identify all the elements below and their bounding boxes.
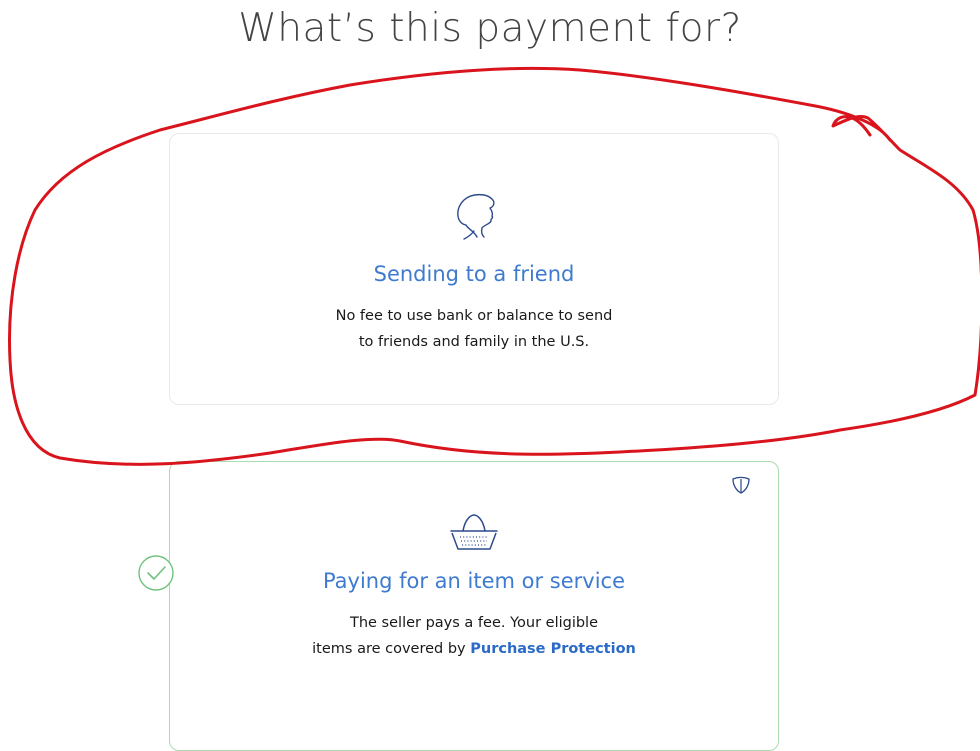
description-line: The seller pays a fee. Your eligible bbox=[349, 615, 599, 631]
page-title: What’s this payment for? bbox=[238, 6, 742, 51]
option-title-friends: Sending to a friend bbox=[373, 262, 575, 286]
description-line: to friends and family in the U.S. bbox=[358, 334, 590, 350]
basket-icon bbox=[441, 509, 507, 561]
shield-icon bbox=[730, 475, 752, 499]
person-silhouette-icon bbox=[446, 187, 502, 249]
selected-check-icon bbox=[137, 553, 201, 599]
option-title-goods: Paying for an item or service bbox=[322, 569, 626, 593]
option-card-goods-services[interactable]: Paying for an item or service The seller… bbox=[169, 461, 779, 751]
option-description-friends: No fee to use bank or balance to send to… bbox=[170, 303, 778, 355]
option-description-goods: The seller pays a fee. Your eligible ite… bbox=[170, 610, 778, 662]
description-line: items are covered by bbox=[312, 641, 466, 657]
description-line: No fee to use bank or balance to send bbox=[335, 308, 613, 324]
purchase-protection-link[interactable]: Purchase Protection bbox=[470, 641, 636, 657]
option-card-friends[interactable]: Sending to a friend No fee to use bank o… bbox=[169, 133, 779, 405]
